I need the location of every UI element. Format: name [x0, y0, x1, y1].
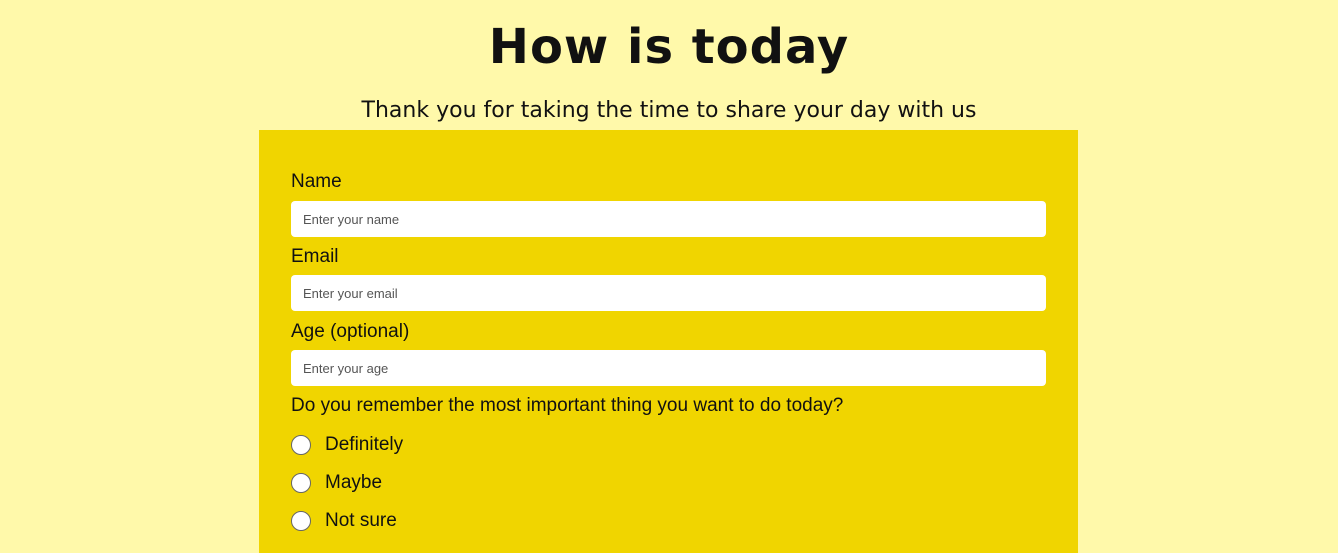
- radio-label: Maybe: [325, 472, 383, 493]
- page-subtitle: Thank you for taking the time to share y…: [361, 98, 977, 123]
- survey-form: Name Email Age (optional) Do you remembe…: [259, 130, 1078, 553]
- radio-label: Definitely: [325, 434, 404, 455]
- name-label: Name: [291, 171, 342, 192]
- radio-option-maybe[interactable]: Maybe: [291, 471, 382, 495]
- radio-option-not-sure[interactable]: Not sure: [291, 509, 397, 533]
- age-input[interactable]: [291, 350, 1046, 386]
- radio-button[interactable]: [291, 473, 311, 493]
- survey-page: How is today Thank you for taking the ti…: [0, 0, 1338, 553]
- radio-option-definitely[interactable]: Definitely: [291, 433, 403, 457]
- page-title: How is today: [488, 19, 850, 75]
- name-input[interactable]: [291, 201, 1046, 237]
- radio-button[interactable]: [291, 435, 311, 455]
- radio-button[interactable]: [291, 511, 311, 531]
- email-input[interactable]: [291, 275, 1046, 311]
- age-label: Age (optional): [291, 321, 410, 342]
- email-label: Email: [291, 246, 339, 267]
- radio-label: Not sure: [325, 510, 397, 531]
- important-thing-question: Do you remember the most important thing…: [291, 395, 844, 416]
